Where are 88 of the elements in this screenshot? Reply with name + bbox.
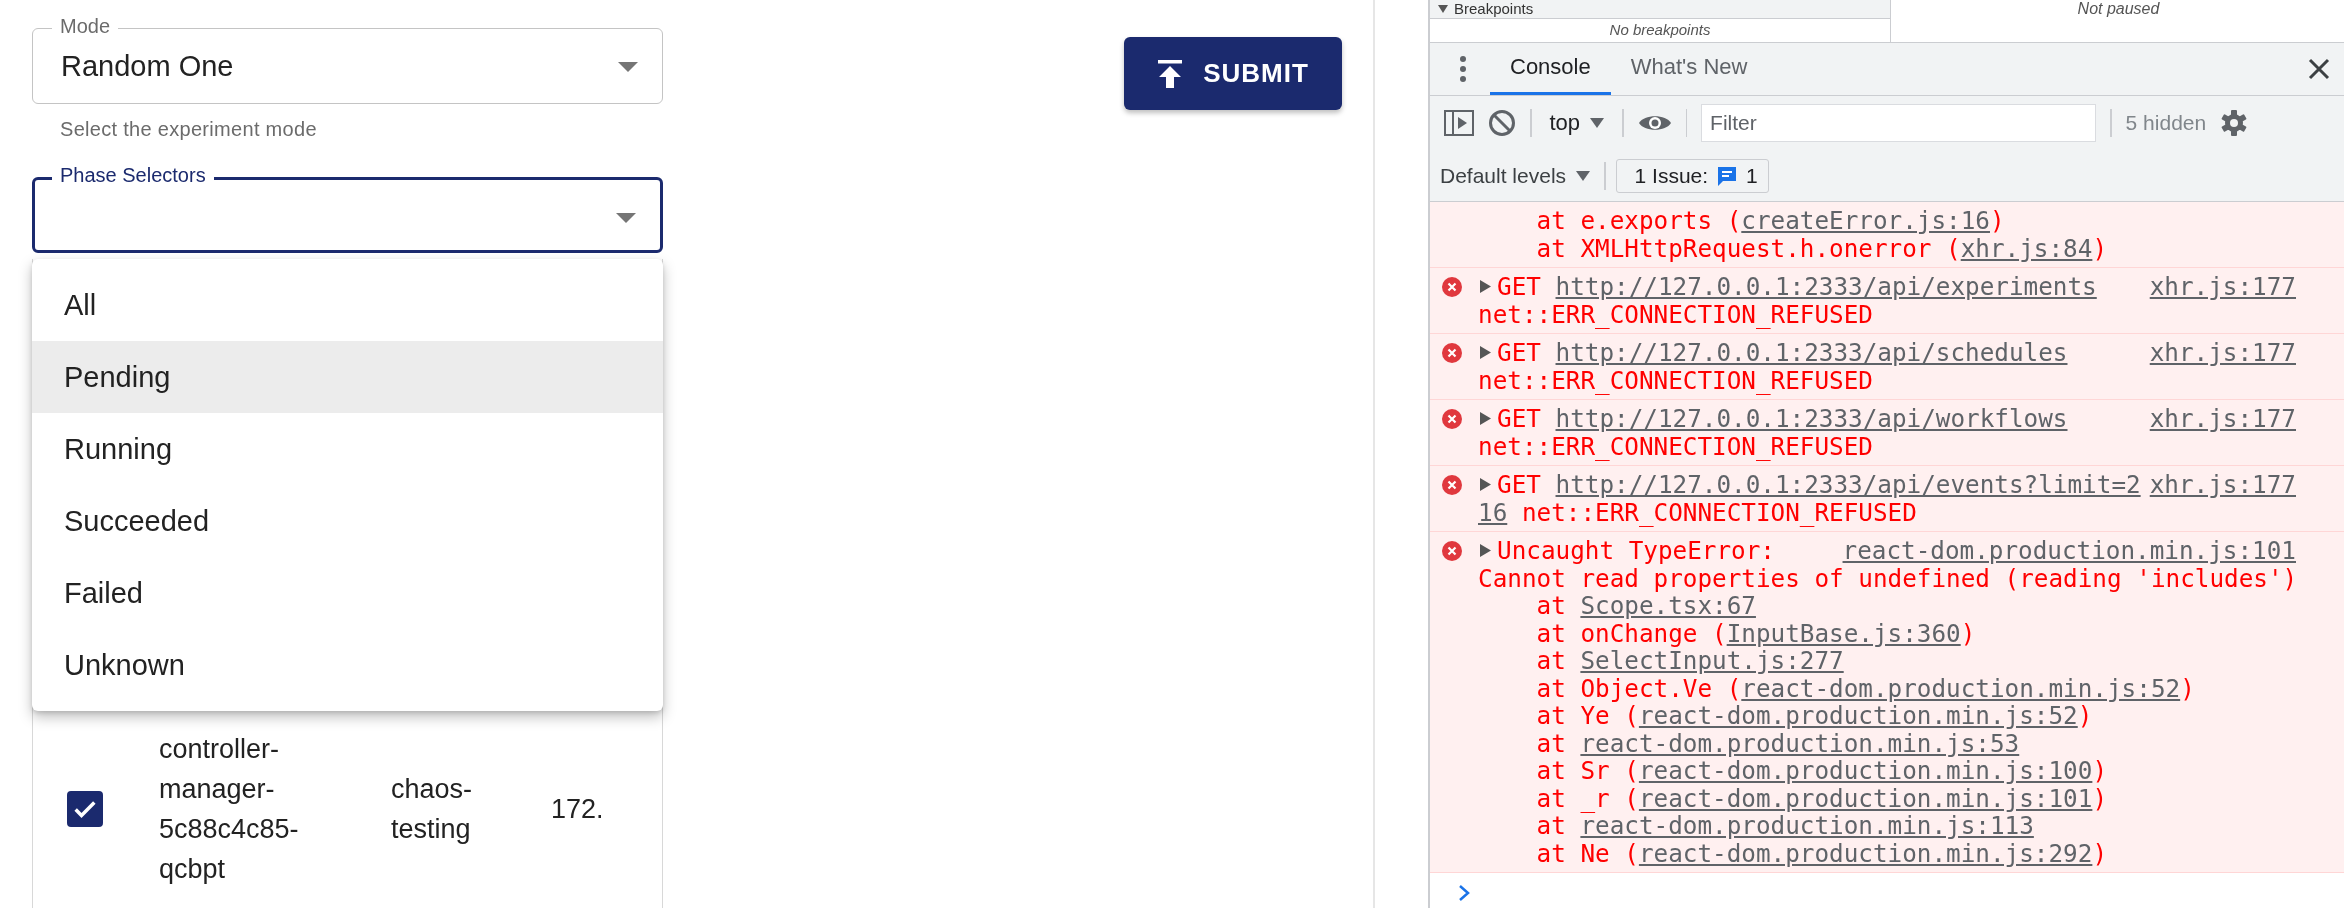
log-text: GET http://127.0.0.1:2333/api/events?limit=2 [1497,471,2141,499]
sidebar-icon[interactable] [1444,110,1474,137]
source-link[interactable]: http://127.0.0.1:2333/api/workflows [1555,404,2068,433]
source-link[interactable]: react-dom.production.min.js:52 [1638,701,2078,730]
menu-item[interactable]: Failed [32,557,663,629]
log-text: net::ERR_CONNECTION_REFUSED [1478,300,1873,328]
error-icon [1442,475,1462,495]
log-text: at SelectInput.js:277 [1536,647,1844,675]
log-text: at e.exports (createError.js:16) [1536,207,2005,235]
log-text: 16 net::ERR_CONNECTION_REFUSED [1478,498,1917,526]
log-text: at Ye (react-dom.production.min.js:52) [1536,702,2093,730]
checkbox[interactable] [67,791,103,827]
expand-icon[interactable] [1480,346,1491,359]
issues-button[interactable]: 1 Issue: 1 [1615,159,1769,194]
table-cell-text: chaos-testing [391,773,474,846]
menu-item[interactable]: Succeeded [32,485,663,557]
submit-button[interactable]: SUBMIT [1124,37,1342,110]
expand-icon[interactable] [1480,280,1491,293]
source-link[interactable]: xhr.js:84 [1960,233,2093,263]
expand-icon[interactable] [1480,412,1491,425]
expand-icon[interactable] [1480,478,1491,491]
close-icon[interactable] [2308,57,2330,80]
table-cell-text: 172. [551,793,604,826]
source-link[interactable]: createError.js:16 [1741,206,1990,235]
log-text: Cannot read properties of undefined (reading 'includes') [1478,564,2298,592]
log-text: at react-dom.production.min.js:113 [1536,812,2034,840]
hidden-count: 5 hidden [2125,111,2207,136]
log-text: at _r (react-dom.production.min.js:101) [1536,784,2107,812]
source-link[interactable]: react-dom.production.min.js:52 [1741,673,2181,703]
source-link[interactable]: xhr.js:177 [2149,405,2296,433]
tab[interactable]: What's New [1610,42,1768,95]
log-text: net::ERR_CONNECTION_REFUSED [1478,432,1873,460]
table-cell-text: controller-manager-5c88c4c85-qcbpt [159,733,300,886]
log-text: at onChange (InputBase.js:360) [1536,619,1976,647]
message-icon [1716,165,1739,188]
menu-item[interactable]: Running [32,413,663,485]
log-text: at Object.Ve (react-dom.production.min.js:52) [1536,674,2195,702]
log-text: Uncaught TypeError: [1497,537,1775,565]
log-text: at XMLHttpRequest.h.onerror (xhr.js:84) [1536,234,2107,262]
source-link[interactable]: xhr.js:177 [2149,273,2296,301]
filter-field[interactable]: Filter [1701,104,2097,143]
source-link[interactable]: xhr.js:177 [2149,471,2296,499]
source-link[interactable]: http://127.0.0.1:2333/api/schedules [1555,338,2068,367]
more-icon[interactable] [1460,55,1466,82]
error-icon [1442,409,1462,429]
upload-icon [1157,59,1184,88]
expand-icon[interactable] [1480,544,1491,557]
source-link[interactable]: InputBase.js:360 [1726,618,1961,648]
clear-icon[interactable] [1488,109,1516,138]
settings-icon[interactable] [2220,109,2249,138]
error-icon [1442,277,1462,297]
source-link[interactable]: react-dom.production.min.js:53 [1580,728,2020,758]
menu-item[interactable]: All [32,269,663,341]
prompt-icon[interactable] [1458,884,1470,902]
caret-icon [1576,171,1591,182]
source-link[interactable]: http://127.0.0.1:2333/api/experiments [1555,272,2097,301]
source-link[interactable]: http://127.0.0.1:2333/api/events?limit=2 [1555,470,2141,499]
log-text: GET http://127.0.0.1:2333/api/experiments [1497,273,2097,301]
empty-message: No breakpoints [1608,20,1712,40]
log-text: at Scope.tsx:67 [1536,592,1756,620]
menu-item[interactable]: Pending [32,341,663,413]
source-link[interactable]: xhr.js:177 [2149,339,2296,367]
error-icon [1442,541,1462,561]
levels-dropdown[interactable]: Default levels [1430,164,1595,189]
section-header[interactable]: Breakpoints [1430,0,1890,19]
source-link[interactable]: react-dom.production.min.js:113 [1580,811,2034,840]
log-text: at Sr (react-dom.production.min.js:100) [1536,757,2107,785]
caret-icon [616,213,636,223]
caret-icon [618,62,638,72]
caret-icon [1590,118,1605,129]
log-text: at react-dom.production.min.js:53 [1536,729,2020,757]
source-link[interactable]: 16 [1478,497,1508,527]
source-link[interactable]: Scope.tsx:67 [1580,591,1756,620]
context-dropdown[interactable]: top [1545,110,1609,137]
source-link[interactable]: react-dom.production.min.js:292 [1638,838,2093,868]
source-link[interactable]: SelectInput.js:277 [1580,646,1844,675]
log-text: GET http://127.0.0.1:2333/api/schedules [1497,339,2068,367]
caret-icon [1438,5,1448,13]
log-text: GET http://127.0.0.1:2333/api/workflows [1497,405,2068,433]
source-link[interactable]: react-dom.production.min.js:101 [1842,537,2296,565]
log-text: net::ERR_CONNECTION_REFUSED [1478,366,1873,394]
log-text: at Ne (react-dom.production.min.js:292) [1536,839,2107,867]
menu-item[interactable]: Unknown [32,629,663,701]
helper-text: Select the experiment mode [60,118,318,141]
source-link[interactable]: react-dom.production.min.js:100 [1638,756,2093,785]
status-text: Not paused [2076,0,2161,19]
error-icon [1442,343,1462,363]
source-link[interactable]: react-dom.production.min.js:101 [1638,783,2093,813]
